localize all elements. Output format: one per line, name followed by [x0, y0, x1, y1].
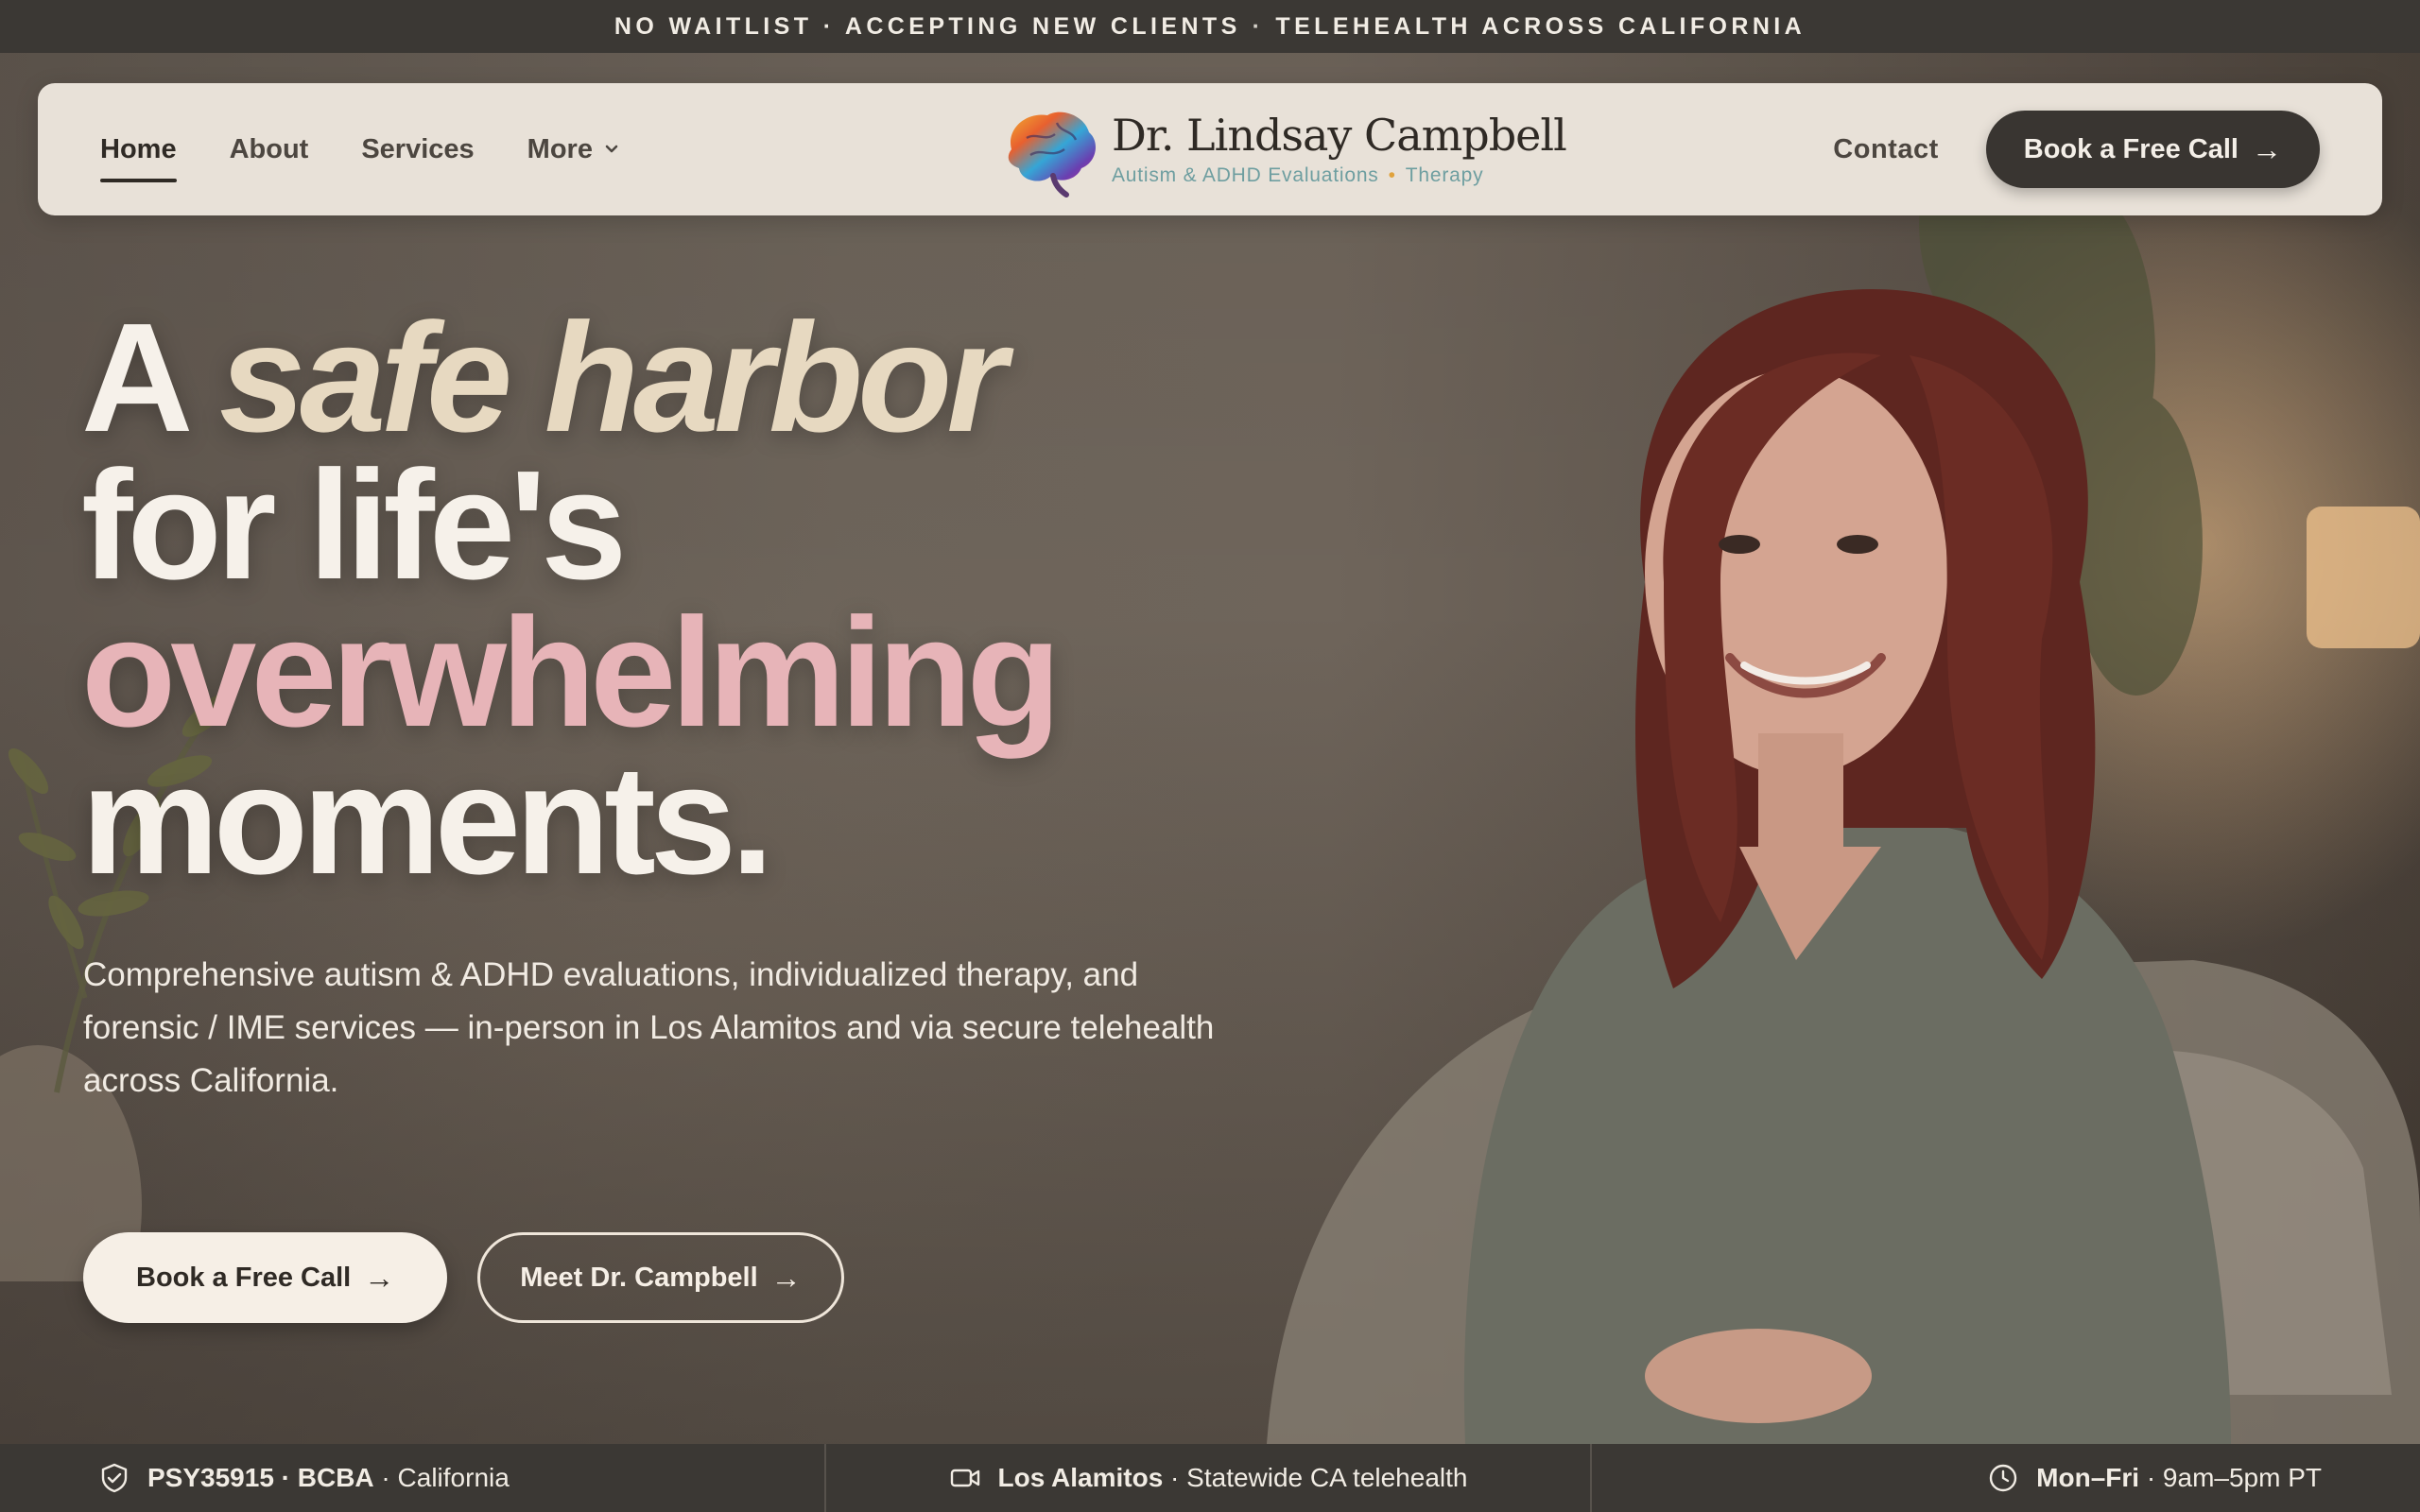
- main-navigation: Home About Services More Dr. Lindsay Cam…: [38, 83, 2382, 215]
- announcement-separator: ·: [1252, 12, 1265, 40]
- arrow-right-icon: →: [770, 1260, 802, 1295]
- clock-icon: [1989, 1464, 2017, 1492]
- video-camera-icon: [950, 1469, 979, 1487]
- arrow-right-icon: →: [364, 1260, 395, 1295]
- info-location-bold: Los Alamitos: [997, 1463, 1164, 1492]
- brand-tag-dot: •: [1388, 164, 1396, 186]
- headline-line-2: for life's: [81, 438, 627, 611]
- nav-link-contact[interactable]: Contact: [1833, 134, 1938, 165]
- therapist-portrait: [1267, 91, 2420, 1444]
- brand-logo[interactable]: Dr. Lindsay Campbell Autism & ADHD Evalu…: [998, 100, 1567, 198]
- brand-tag-therapy: Therapy: [1405, 164, 1484, 186]
- headline-line-1: A safe harbor: [81, 301, 1216, 455]
- brain-icon: [1008, 112, 1096, 198]
- info-hours-rest: · 9am–5pm PT: [2139, 1463, 2322, 1492]
- shield-check-icon: [101, 1463, 128, 1493]
- book-free-call-button[interactable]: Book a Free Call →: [83, 1232, 448, 1323]
- nav-link-more[interactable]: More: [527, 134, 621, 165]
- nav-link-about[interactable]: About: [230, 134, 309, 165]
- brand-name: Dr. Lindsay Campbell: [1112, 110, 1567, 161]
- brand-tag-evaluations: Autism & ADHD Evaluations: [1112, 164, 1379, 186]
- meet-dr-campbell-button[interactable]: Meet Dr. Campbell →: [477, 1232, 844, 1323]
- headline-line-3: overwhelming: [81, 586, 1062, 759]
- info-hours-bold: Mon–Fri: [2036, 1463, 2140, 1492]
- nav-cta-label: Book a Free Call: [2023, 133, 2238, 164]
- brand-tagline: Autism & ADHD Evaluations • Therapy: [1112, 164, 1566, 187]
- announcement-text-1: NO WAITLIST · ACCEPTING NEW CLIENTS: [614, 12, 1241, 40]
- headline-line-4: moments.: [81, 733, 774, 906]
- info-location: Los Alamitos · Statewide CA telehealth: [826, 1444, 1592, 1512]
- chevron-down-icon: [605, 145, 618, 153]
- hero-description: Comprehensive autism & ADHD evaluations,…: [83, 956, 1215, 1099]
- info-location-rest: · Statewide CA telehealth: [1163, 1463, 1468, 1492]
- info-license-bold: PSY35915 · BCBA: [147, 1463, 374, 1492]
- hero-cta-row: Book a Free Call → Meet Dr. Campbell →: [83, 1232, 844, 1323]
- nav-link-more-label: More: [527, 133, 593, 164]
- primary-cta-label: Book a Free Call: [136, 1262, 352, 1293]
- nav-right: Contact Book a Free Call →: [1833, 83, 2320, 215]
- info-hours: Mon–Fri · 9am–5pm PT: [1592, 1444, 2420, 1512]
- info-bar: PSY35915 · BCBA · California Los Alamito…: [0, 1444, 2420, 1512]
- info-license: PSY35915 · BCBA · California: [0, 1444, 826, 1512]
- secondary-cta-label: Meet Dr. Campbell: [520, 1262, 758, 1293]
- announcement-bar: NO WAITLIST · ACCEPTING NEW CLIENTS · TE…: [0, 0, 2420, 53]
- nav-link-services[interactable]: Services: [361, 134, 474, 165]
- book-free-call-button-nav[interactable]: Book a Free Call →: [1985, 111, 2320, 188]
- nav-links: Home About Services More: [100, 83, 674, 215]
- info-license-rest: · California: [373, 1463, 510, 1492]
- arrow-right-icon: →: [2252, 131, 2282, 166]
- hero-headline: A safe harbor for life's overwhelming mo…: [81, 301, 1216, 906]
- brand-text: Dr. Lindsay Campbell Autism & ADHD Evalu…: [1112, 110, 1567, 187]
- nav-link-home[interactable]: Home: [100, 134, 177, 182]
- announcement-text-2: TELEHEALTH ACROSS CALIFORNIA: [1275, 12, 1806, 40]
